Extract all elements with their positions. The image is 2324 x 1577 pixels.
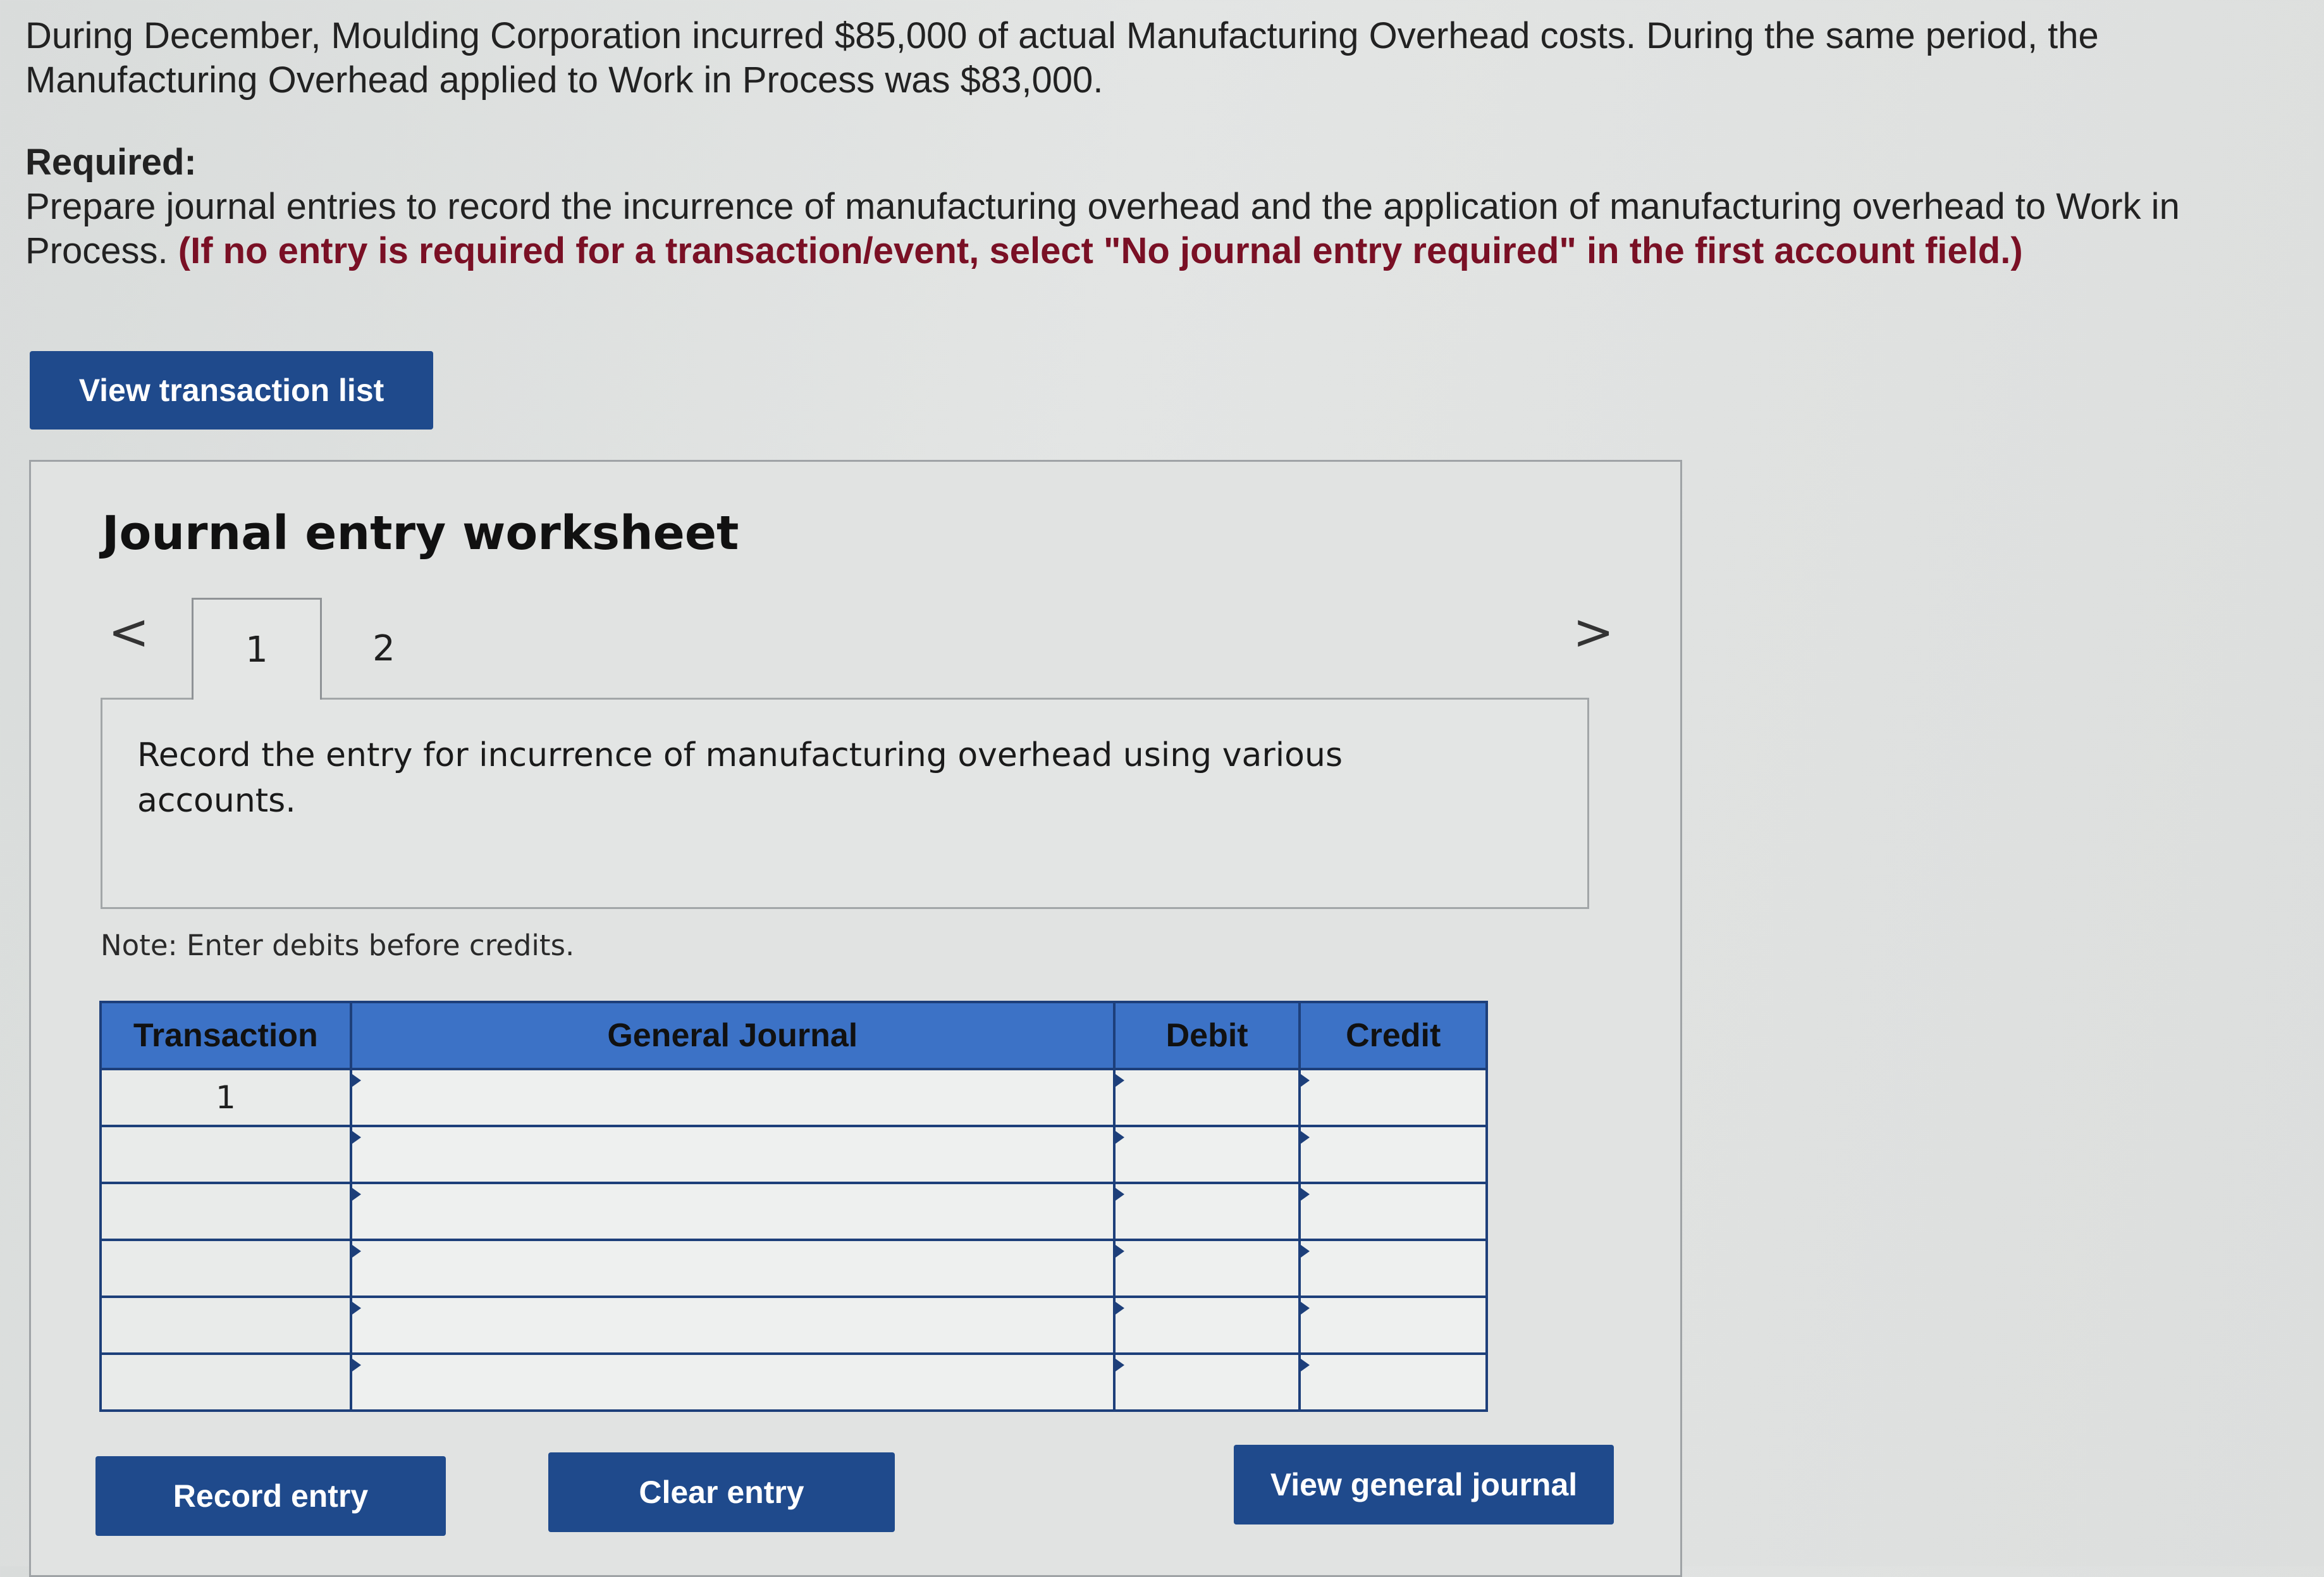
tab-2[interactable]: 2 [321, 598, 447, 699]
view-transaction-list-button[interactable]: View transaction list [30, 351, 433, 430]
debit-field[interactable] [1112, 1352, 1301, 1412]
credit-field[interactable] [1298, 1125, 1488, 1184]
account-field[interactable] [349, 1068, 1116, 1127]
credit-field[interactable] [1298, 1352, 1488, 1412]
credit-field[interactable] [1298, 1239, 1488, 1298]
header-credit: Credit [1298, 1001, 1488, 1070]
account-field[interactable] [349, 1296, 1116, 1355]
account-field[interactable] [349, 1352, 1116, 1412]
table-row [99, 1182, 1488, 1241]
problem-statement: During December, Moulding Corporation in… [25, 14, 2302, 273]
debit-field[interactable] [1112, 1125, 1301, 1184]
table-row [99, 1296, 1488, 1355]
problem-text: During December, Moulding Corporation in… [25, 15, 2099, 101]
header-transaction: Transaction [99, 1001, 352, 1070]
header-debit: Debit [1112, 1001, 1301, 1070]
credit-field[interactable] [1298, 1296, 1488, 1355]
table-row: 1 [99, 1068, 1488, 1127]
debit-field[interactable] [1112, 1239, 1301, 1298]
account-field[interactable] [349, 1239, 1116, 1298]
required-body: Prepare journal entries to record the in… [25, 185, 2302, 273]
view-general-journal-button[interactable]: View general journal [1234, 1445, 1614, 1524]
account-field[interactable] [349, 1182, 1116, 1241]
credit-field[interactable] [1298, 1068, 1488, 1127]
header-general-journal: General Journal [349, 1001, 1116, 1070]
required-heading: Required: [25, 142, 197, 183]
table-row [99, 1239, 1488, 1298]
tab-1[interactable]: 1 [192, 598, 322, 700]
required-instruction: (If no entry is required for a transacti… [178, 230, 2023, 271]
worksheet-title: Journal entry worksheet [102, 506, 739, 560]
transaction-cell [99, 1239, 352, 1298]
table-row [99, 1352, 1488, 1412]
transaction-cell: 1 [99, 1068, 352, 1127]
instruction-box: Record the entry for incurrence of manuf… [101, 698, 1589, 909]
instruction-text: Record the entry for incurrence of manuf… [137, 736, 1343, 820]
note-text: Note: Enter debits before credits. [101, 929, 575, 962]
chevron-right-icon[interactable]: > [1573, 604, 1614, 661]
table-row [99, 1125, 1488, 1184]
transaction-cell [99, 1296, 352, 1355]
transaction-cell [99, 1352, 352, 1412]
credit-field[interactable] [1298, 1182, 1488, 1241]
transaction-cell [99, 1125, 352, 1184]
debit-field[interactable] [1112, 1182, 1301, 1241]
clear-entry-button[interactable]: Clear entry [548, 1452, 895, 1532]
journal-entry-worksheet: Journal entry worksheet < 1 2 > Record t… [29, 460, 1682, 1577]
chevron-left-icon[interactable]: < [108, 604, 149, 661]
transaction-cell [99, 1182, 352, 1241]
table-header-row: Transaction General Journal Debit Credit [99, 1001, 1488, 1070]
debit-field[interactable] [1112, 1296, 1301, 1355]
record-entry-button[interactable]: Record entry [95, 1456, 446, 1536]
debit-field[interactable] [1112, 1068, 1301, 1127]
journal-table: Transaction General Journal Debit Credit… [99, 1001, 1488, 1412]
account-field[interactable] [349, 1125, 1116, 1184]
